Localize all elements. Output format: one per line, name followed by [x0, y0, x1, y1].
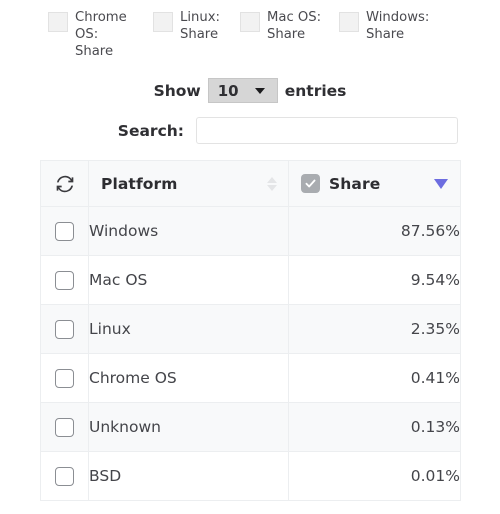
cell-share: 0.13%	[288, 402, 461, 452]
legend-label-windows: Windows: Share	[366, 10, 430, 42]
show-entries-prefix-label: Show	[153, 81, 201, 100]
cell-share: 2.35%	[288, 304, 461, 354]
cell-share: 0.01%	[288, 451, 461, 501]
row-checkbox[interactable]	[55, 271, 74, 290]
table-body: Windows 87.56% Mac OS 9.54% Linux 2.35%	[40, 206, 461, 501]
legend-item-windows[interactable]: Windows: Share	[339, 9, 430, 43]
table-row[interactable]: BSD 0.01%	[40, 451, 461, 501]
cell-platform: Unknown	[88, 402, 289, 452]
header-label-share: Share	[329, 174, 381, 193]
row-checkbox[interactable]	[55, 222, 74, 241]
search-label: Search:	[117, 121, 184, 140]
legend-swatch-linux	[153, 12, 173, 32]
legend-swatch-chrome-os	[48, 12, 68, 32]
show-entries-control: Show 10 entries	[0, 78, 500, 103]
cell-platform: Linux	[88, 304, 289, 354]
sort-descending-icon[interactable]	[434, 178, 448, 189]
row-select-cell[interactable]	[40, 206, 89, 256]
row-checkbox[interactable]	[55, 369, 74, 388]
table-row[interactable]: Unknown 0.13%	[40, 402, 461, 452]
sort-arrows-icon	[267, 176, 277, 191]
share-column-checkbox[interactable]	[301, 174, 320, 193]
table-row[interactable]: Linux 2.35%	[40, 304, 461, 354]
search-input[interactable]	[196, 117, 458, 144]
legend-label-linux: Linux: Share	[180, 10, 220, 42]
row-select-cell[interactable]	[40, 402, 89, 452]
header-label-platform: Platform	[101, 174, 178, 193]
show-entries-suffix-label: entries	[284, 81, 347, 100]
check-icon	[305, 179, 316, 188]
data-table-container: Platform Share Windows 87.56% Mac OS 9.5…	[40, 160, 461, 501]
header-cell-platform[interactable]: Platform	[88, 160, 289, 207]
table-row[interactable]: Windows 87.56%	[40, 206, 461, 256]
cell-platform: Chrome OS	[88, 353, 289, 403]
platform-share-table: Platform Share Windows 87.56% Mac OS 9.5…	[40, 160, 461, 501]
table-row[interactable]: Mac OS 9.54%	[40, 255, 461, 305]
cell-share: 87.56%	[288, 206, 461, 256]
chart-legend: Chrome OS: Share Linux: Share Mac OS: Sh…	[0, 0, 500, 60]
table-row[interactable]: Chrome OS 0.41%	[40, 353, 461, 403]
header-cell-refresh[interactable]	[40, 160, 89, 207]
cell-platform: Mac OS	[88, 255, 289, 305]
search-control: Search:	[0, 117, 500, 144]
cell-platform: Windows	[88, 206, 289, 256]
legend-swatch-windows	[339, 12, 359, 32]
legend-item-mac-os[interactable]: Mac OS: Share	[240, 9, 325, 43]
legend-label-mac-os: Mac OS: Share	[267, 10, 322, 42]
legend-swatch-mac-os	[240, 12, 260, 32]
chevron-down-icon	[254, 87, 265, 94]
row-select-cell[interactable]	[40, 353, 89, 403]
table-header-row: Platform Share	[40, 160, 461, 207]
page-length-select[interactable]: 10	[207, 78, 278, 103]
row-select-cell[interactable]	[40, 304, 89, 354]
row-checkbox[interactable]	[55, 467, 74, 486]
cell-platform: BSD	[88, 451, 289, 501]
legend-label-chrome-os: Chrome OS: Share	[75, 10, 127, 59]
cell-share: 9.54%	[288, 255, 461, 305]
row-select-cell[interactable]	[40, 451, 89, 501]
row-checkbox[interactable]	[55, 418, 74, 437]
legend-item-linux[interactable]: Linux: Share	[153, 9, 226, 43]
header-cell-share[interactable]: Share	[288, 160, 461, 207]
refresh-icon	[56, 175, 73, 192]
row-checkbox[interactable]	[55, 320, 74, 339]
legend-item-chrome-os[interactable]: Chrome OS: Share	[48, 9, 139, 60]
row-select-cell[interactable]	[40, 255, 89, 305]
table-head: Platform Share	[40, 160, 461, 207]
page-length-value: 10	[217, 81, 239, 100]
cell-share: 0.41%	[288, 353, 461, 403]
